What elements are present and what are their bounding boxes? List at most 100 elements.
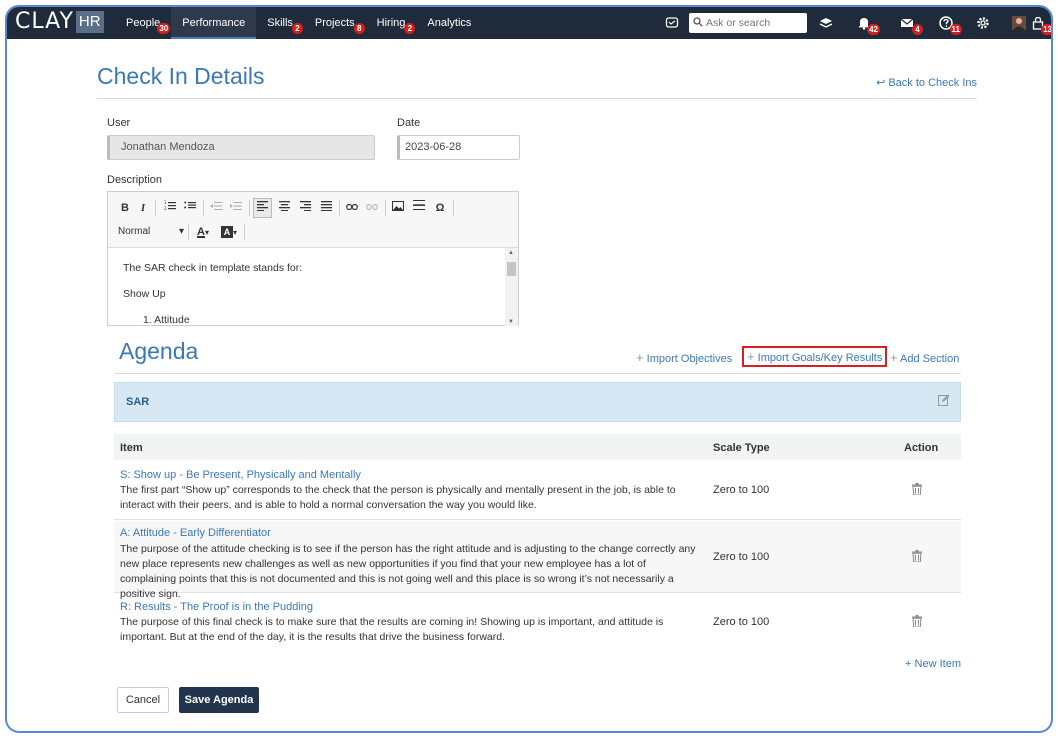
nav-analytics[interactable]: Analytics <box>416 7 482 39</box>
nav-performance[interactable]: Performance <box>171 7 257 39</box>
format-select-value: Normal <box>118 226 151 237</box>
link-icon[interactable] <box>344 199 360 217</box>
cancel-button[interactable]: Cancel <box>117 687 169 713</box>
scroll-thumb[interactable] <box>507 262 516 276</box>
people-count-badge: 30 <box>157 23 171 34</box>
plus-icon: + <box>747 349 755 364</box>
svg-text:1: 1 <box>164 200 167 205</box>
nav-label: Projects <box>314 17 355 29</box>
agenda-item-title[interactable]: A: Attitude - Early Differentiator <box>120 527 271 539</box>
import-objectives-link[interactable]: + Import Objectives <box>636 350 732 365</box>
search-box[interactable] <box>689 13 807 33</box>
nav-label: Analytics <box>427 17 472 29</box>
italic-icon[interactable]: I <box>136 199 150 217</box>
format-select[interactable]: Normal ▾ <box>118 223 184 241</box>
align-right-icon[interactable] <box>297 199 313 217</box>
horizontal-rule-icon[interactable] <box>411 199 427 217</box>
back-link-label: Back to Check Ins <box>888 77 977 89</box>
nav-label: Hiring <box>376 17 406 29</box>
column-scale-type: Scale Type <box>713 442 770 454</box>
top-navbar: CLAY HR People 30 Performance Skills 2 Pro… <box>7 7 1051 39</box>
scroll-down-icon[interactable]: ▼ <box>508 319 514 325</box>
search-input[interactable] <box>706 17 804 29</box>
projects-count-badge: 8 <box>353 23 365 34</box>
align-left-icon[interactable] <box>253 198 272 218</box>
agenda-item-description: The purpose of this final check is to ma… <box>120 616 664 643</box>
logo-text: CLAY <box>15 9 74 34</box>
column-action: Action <box>904 442 939 454</box>
gear-icon[interactable] <box>974 14 992 32</box>
table-row: A: Attitude - Early Differentiator The p… <box>114 521 961 600</box>
editor-content[interactable]: The SAR check in template stands for: Sh… <box>108 248 506 326</box>
chat-bubble-icon[interactable] <box>663 14 681 32</box>
agenda-divider <box>114 373 961 374</box>
mail-icon[interactable]: 4 <box>898 14 923 35</box>
new-item-link[interactable]: + New Item <box>905 658 961 670</box>
nav-projects[interactable]: Projects 8 <box>304 7 366 39</box>
caret-down-icon: ▾ <box>178 226 184 237</box>
table-row: R: Results - The Proof is in the Pudding… <box>114 594 961 649</box>
plus-icon: + <box>905 658 912 670</box>
link-label: New Item <box>914 658 961 670</box>
clayhr-logo[interactable]: CLAY HR <box>15 11 104 33</box>
bold-icon[interactable]: B <box>118 199 132 217</box>
trash-icon[interactable] <box>912 483 922 498</box>
text-color-icon[interactable]: A▾ <box>193 223 213 241</box>
svg-text:2: 2 <box>164 206 167 211</box>
editor-line: 1. Attitude <box>143 314 190 326</box>
nav-label: People <box>126 17 161 29</box>
bullet-list-icon[interactable] <box>182 199 198 217</box>
scroll-up-icon[interactable]: ▲ <box>508 250 514 256</box>
section-name: SAR <box>126 396 150 408</box>
nav-skills[interactable]: Skills 2 <box>256 7 304 39</box>
agenda-item-description: The first part “Show up” corresponds to … <box>120 484 676 511</box>
save-agenda-button[interactable]: Save Agenda <box>179 687 259 713</box>
lock-icon[interactable]: 13 <box>1029 14 1051 35</box>
agenda-item-title[interactable]: R: Results - The Proof is in the Pudding <box>120 601 313 613</box>
agenda-item-description: The purpose of the attitude checking is … <box>120 543 696 600</box>
date-field[interactable]: 2023-06-28 <box>397 135 520 160</box>
import-goals-link[interactable]: + Import Goals/Key Results <box>742 346 888 367</box>
page-title: Check In Details <box>97 63 265 89</box>
unlink-icon[interactable] <box>364 199 380 217</box>
add-section-link[interactable]: + Add Section <box>890 350 959 365</box>
user-field: Jonathan Mendoza <box>107 135 375 160</box>
agenda-item-title[interactable]: S: Show up - Be Present, Physically and … <box>120 469 361 481</box>
rich-text-editor[interactable]: B I 12 Ω Normal ▾ A▾ A ▾ The SAR check i… <box>107 191 519 326</box>
skills-count-badge: 2 <box>291 23 303 34</box>
align-justify-icon[interactable] <box>318 199 334 217</box>
background-color-icon[interactable]: A ▾ <box>218 223 240 241</box>
nav-people[interactable]: People 30 <box>115 7 171 39</box>
nav-label: Skills <box>267 17 293 29</box>
align-center-icon[interactable] <box>276 199 292 217</box>
column-item: Item <box>120 442 143 454</box>
link-label: Import Goals/Key Results <box>757 352 883 364</box>
layers-icon[interactable] <box>817 14 835 32</box>
indent-icon[interactable] <box>228 199 244 217</box>
trash-icon[interactable] <box>912 550 922 565</box>
image-icon[interactable] <box>390 199 406 217</box>
bell-icon[interactable]: 42 <box>855 14 880 35</box>
nav-hiring[interactable]: Hiring 2 <box>366 7 417 39</box>
trash-icon[interactable] <box>912 615 922 630</box>
back-arrow-icon: ↩ <box>876 77 886 89</box>
user-avatar-icon[interactable] <box>1011 14 1027 32</box>
back-to-check-ins-link[interactable]: ↩ Back to Check Ins <box>876 76 977 89</box>
nav-label: Performance <box>182 17 246 29</box>
editor-line: Show Up <box>123 288 166 300</box>
agenda-table-header: Item Scale Type Action <box>114 434 961 460</box>
outdent-icon[interactable] <box>208 199 224 217</box>
scale-type: Zero to 100 <box>713 484 770 496</box>
plus-icon: + <box>636 350 644 365</box>
hiring-count-badge: 2 <box>404 23 416 34</box>
help-badge: 11 <box>949 24 962 35</box>
edit-section-icon[interactable] <box>938 394 950 409</box>
help-icon[interactable]: 11 <box>937 14 962 35</box>
app-window: CLAY HR People 30 Performance Skills 2 Pro… <box>5 5 1053 733</box>
editor-toolbar: B I 12 Ω Normal ▾ A▾ A ▾ <box>108 192 518 248</box>
title-divider <box>97 98 977 99</box>
editor-scrollbar[interactable]: ▲ ▼ <box>505 248 518 326</box>
omega-icon[interactable]: Ω <box>432 199 448 217</box>
editor-line: The SAR check in template stands for: <box>123 262 303 274</box>
numbered-list-icon[interactable]: 12 <box>162 199 178 217</box>
